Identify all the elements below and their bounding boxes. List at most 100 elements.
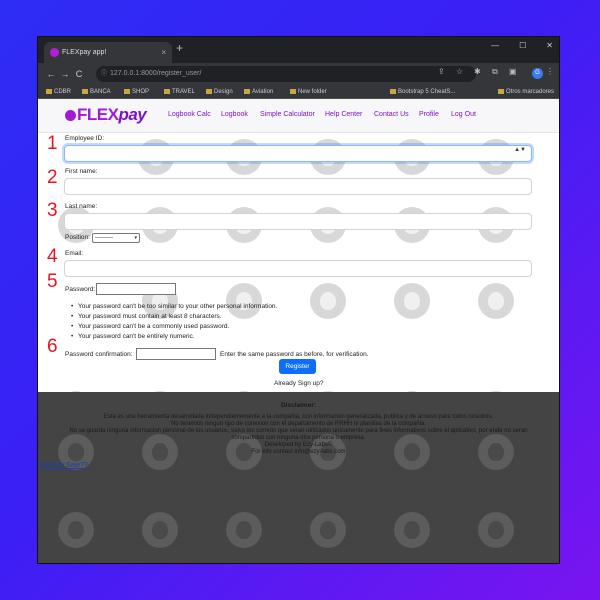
- password-confirm-help: Enter the same password as before, for v…: [220, 351, 369, 358]
- folder-icon: [206, 88, 212, 94]
- logo-mark-icon: [65, 110, 76, 121]
- profile-avatar[interactable]: G: [532, 68, 543, 79]
- password-hint: Your password can't be entirely numeric.: [71, 333, 195, 340]
- nav-contact-us[interactable]: Contact Us: [374, 111, 409, 118]
- annotation-number: 2: [47, 167, 58, 188]
- nav-log-out[interactable]: Log Out: [451, 111, 476, 118]
- watermark-owl-icon: [226, 512, 262, 548]
- watermark-owl-icon: [142, 512, 178, 548]
- maximize-icon[interactable]: ☐: [519, 41, 526, 50]
- annotation-number: 3: [47, 200, 58, 221]
- employee-id-label: Employee ID:: [65, 135, 105, 142]
- browser-window: FLEXpay app! × + — ☐ ✕ ← → C ⓘ 127.0.0.1…: [38, 37, 559, 563]
- position-select[interactable]: --------- ▾: [92, 233, 140, 243]
- watermark-owl-icon: [394, 283, 430, 319]
- info-icon[interactable]: ⓘ: [101, 66, 107, 82]
- password-hint: Your password must contain at least 8 ch…: [71, 313, 222, 320]
- bookmark-item[interactable]: New folder: [290, 85, 327, 99]
- menu-icon[interactable]: ⋮: [546, 67, 554, 76]
- email-input[interactable]: [64, 260, 532, 277]
- nav-profile[interactable]: Profile: [419, 111, 439, 118]
- watermark-owl-icon: [478, 512, 514, 548]
- url-text: 127.0.0.1:8000/register_user/: [110, 70, 202, 77]
- nav-logbook[interactable]: Logbook: [221, 111, 248, 118]
- puzzle-icon[interactable]: ⧉: [492, 67, 498, 77]
- bookmark-item[interactable]: CDBR: [46, 85, 71, 99]
- bookmark-item[interactable]: Otros marcadores: [498, 85, 554, 99]
- annotation-number: 6: [47, 336, 58, 357]
- password-input[interactable]: [96, 283, 176, 295]
- nav-logbook-calc[interactable]: Logbook Calc: [168, 111, 211, 118]
- disclaimer-title: Disclaimer:: [280, 402, 317, 409]
- password-hint: Your password can't be a commonly used p…: [71, 323, 229, 330]
- disclaimer-line: No tenemos ningun tipo de conexion con e…: [171, 421, 426, 427]
- forward-icon[interactable]: →: [58, 69, 72, 79]
- disclaimer-line: For info contact info@ezy-labs.com: [251, 449, 346, 455]
- watermark-owl-icon: [58, 512, 94, 548]
- bookmarks-bar: CDBR BANCA SHOP TRAVEL Design Aviation N…: [38, 85, 559, 99]
- bookmark-item[interactable]: Design: [206, 85, 233, 99]
- bookmark-item[interactable]: BANCA: [82, 85, 111, 99]
- disclaimer-line: compartidos con ninguna otra persona o e…: [231, 435, 366, 441]
- folder-icon: [390, 88, 396, 94]
- disclaimer-line: Esta es una herramienta desarrollada ind…: [103, 414, 494, 420]
- folder-icon: [498, 88, 504, 94]
- annotation-number: 5: [47, 271, 58, 292]
- nav-help-center[interactable]: Help Center: [325, 111, 362, 118]
- back-icon[interactable]: ←: [44, 69, 58, 79]
- bookmark-item[interactable]: Bootstrap 5 CheatS...: [390, 85, 455, 99]
- first-name-label: First name:: [65, 168, 98, 175]
- password-label: Password:: [65, 286, 96, 293]
- minimize-icon[interactable]: —: [491, 41, 499, 50]
- email-label: Email:: [65, 250, 84, 257]
- annotation-number: 4: [47, 246, 58, 267]
- watermark-owl-icon: [478, 283, 514, 319]
- close-tab-icon[interactable]: ×: [161, 42, 166, 63]
- watermark-owl-icon: [310, 283, 346, 319]
- folder-icon: [244, 88, 250, 94]
- annotation-number: 1: [47, 133, 58, 154]
- last-name-label: Last name:: [65, 203, 98, 210]
- nav-simple-calculator[interactable]: Simple Calculator: [260, 111, 315, 118]
- password-confirm-label: Password confirmation:: [65, 351, 133, 358]
- password-hint: Your password can't be too similar to yo…: [71, 303, 277, 310]
- last-name-input[interactable]: [64, 213, 532, 230]
- stepper-icon[interactable]: ▲▼: [514, 147, 526, 153]
- tab-bar: FLEXpay app! × + — ☐ ✕: [38, 37, 559, 63]
- browser-toolbar: ← → C ⓘ 127.0.0.1:8000/register_user/ ⇪ …: [38, 63, 559, 85]
- bookmark-item[interactable]: TRAVEL: [164, 85, 195, 99]
- address-bar[interactable]: ⓘ 127.0.0.1:8000/register_user/: [96, 66, 476, 82]
- watermark-owl-icon: [394, 512, 430, 548]
- watermark-owl-icon: [226, 283, 262, 319]
- first-name-input[interactable]: [64, 178, 532, 195]
- bookmark-item[interactable]: Aviation: [244, 85, 273, 99]
- sidebar-icon[interactable]: ▣: [509, 67, 517, 76]
- new-tab-button[interactable]: +: [176, 41, 183, 55]
- reload-icon[interactable]: C: [72, 69, 86, 79]
- watermark-owl-icon: [310, 512, 346, 548]
- position-label: Position:: [65, 234, 90, 241]
- folder-icon: [82, 88, 88, 94]
- window-controls: — ☐ ✕: [491, 41, 553, 50]
- footer-link[interactable]: Padrino Sale??: [40, 462, 88, 469]
- disclaimer-line: No se guarda ninguna informacion persona…: [69, 428, 528, 434]
- browser-tab[interactable]: FLEXpay app! ×: [44, 42, 172, 63]
- favicon-icon: [50, 48, 59, 57]
- employee-id-input[interactable]: ▲▼: [64, 145, 532, 162]
- star-icon[interactable]: ☆: [456, 67, 463, 76]
- share-icon[interactable]: ⇪: [438, 67, 445, 76]
- folder-icon: [46, 88, 52, 94]
- footer-disclaimer: Disclaimer: Esta es una herramienta desa…: [38, 392, 559, 563]
- extension-icon[interactable]: ✱: [474, 67, 481, 76]
- folder-icon: [290, 88, 296, 94]
- site-navbar: FLEXpay Logbook Calc Logbook Simple Calc…: [38, 99, 559, 133]
- folder-icon: [124, 88, 130, 94]
- flexpay-logo[interactable]: FLEXpay: [65, 105, 147, 125]
- chevron-down-icon: ▾: [134, 235, 137, 241]
- bookmark-item[interactable]: SHOP: [124, 85, 149, 99]
- password-confirm-input[interactable]: [136, 348, 216, 360]
- close-window-icon[interactable]: ✕: [546, 41, 553, 50]
- signin-link[interactable]: Already Sign up?: [274, 380, 324, 387]
- disclaimer-line: Developed by Ezy-Labs©: [264, 442, 333, 448]
- register-button[interactable]: Register: [279, 359, 316, 374]
